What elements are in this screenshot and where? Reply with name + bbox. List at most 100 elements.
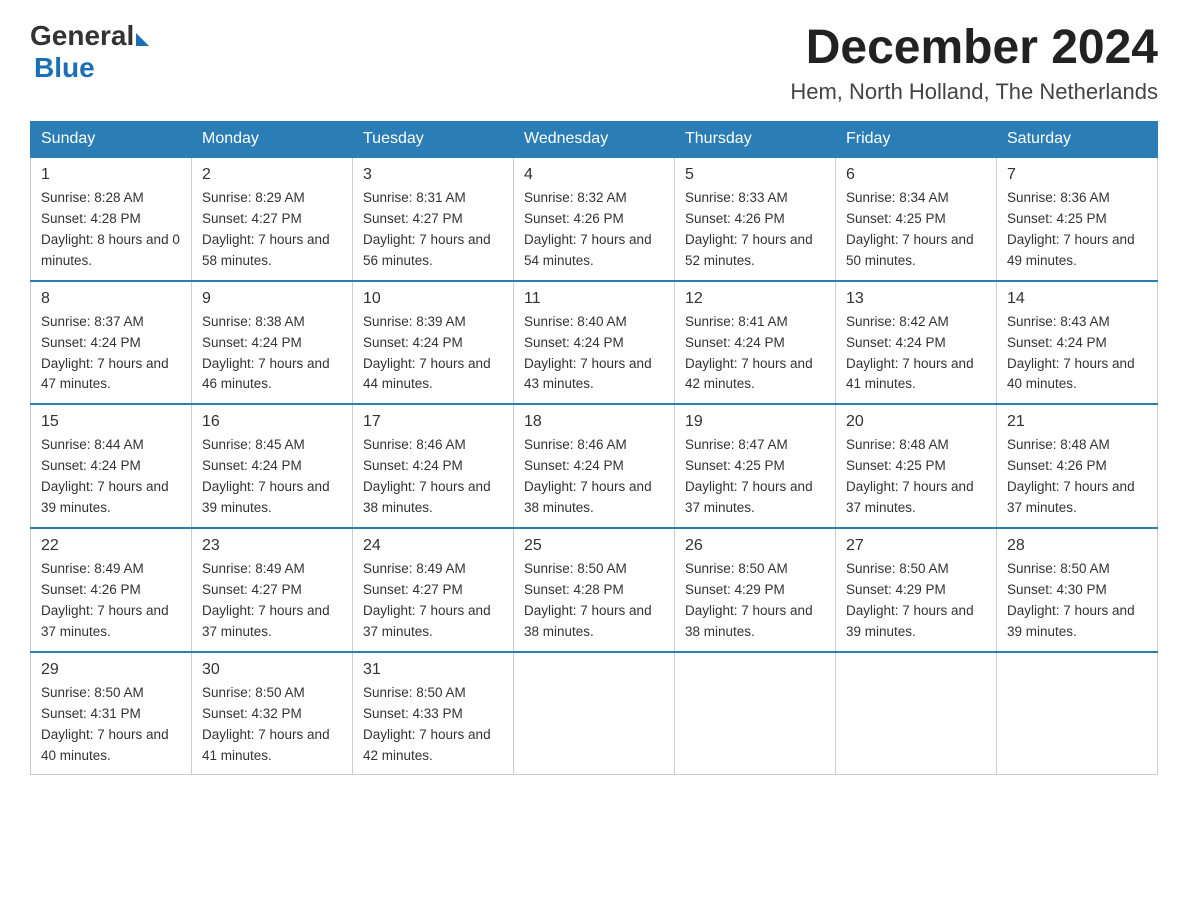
- day-info: Sunrise: 8:28 AMSunset: 4:28 PMDaylight:…: [41, 188, 181, 272]
- day-info: Sunrise: 8:48 AMSunset: 4:26 PMDaylight:…: [1007, 435, 1147, 519]
- day-number: 9: [202, 290, 342, 308]
- logo-triangle-icon: [136, 33, 149, 46]
- calendar-cell: 8 Sunrise: 8:37 AMSunset: 4:24 PMDaylight…: [31, 281, 192, 405]
- day-number: 27: [846, 537, 986, 555]
- calendar-cell: 1 Sunrise: 8:28 AMSunset: 4:28 PMDaylight…: [31, 157, 192, 281]
- calendar-cell: 10Sunrise: 8:39 AMSunset: 4:24 PMDayligh…: [353, 281, 514, 405]
- calendar-cell: 5 Sunrise: 8:33 AMSunset: 4:26 PMDaylight…: [675, 157, 836, 281]
- day-number: 12: [685, 290, 825, 308]
- calendar-header-sunday: Sunday: [31, 122, 192, 158]
- calendar-table: SundayMondayTuesdayWednesdayThursdayFrid…: [30, 121, 1158, 775]
- day-info: Sunrise: 8:44 AMSunset: 4:24 PMDaylight:…: [41, 435, 181, 519]
- calendar-cell: 15Sunrise: 8:44 AMSunset: 4:24 PMDayligh…: [31, 404, 192, 528]
- day-number: 18: [524, 413, 664, 431]
- calendar-cell: 25 Sunrise: 8:50 AMSunset: 4:28 PMDayligh…: [514, 528, 675, 652]
- calendar-cell: 19 Sunrise: 8:47 AMSunset: 4:25 PMDayligh…: [675, 404, 836, 528]
- day-info: Sunrise: 8:50 AMSunset: 4:29 PMDaylight:…: [685, 559, 825, 643]
- calendar-week-row: 8 Sunrise: 8:37 AMSunset: 4:24 PMDaylight…: [31, 281, 1158, 405]
- day-number: 22: [41, 537, 181, 555]
- calendar-cell: 17 Sunrise: 8:46 AMSunset: 4:24 PMDayligh…: [353, 404, 514, 528]
- calendar-cell: [997, 652, 1158, 775]
- calendar-cell: 31 Sunrise: 8:50 AMSunset: 4:33 PMDayligh…: [353, 652, 514, 775]
- day-number: 28: [1007, 537, 1147, 555]
- day-info: Sunrise: 8:50 AMSunset: 4:33 PMDaylight:…: [363, 683, 503, 767]
- calendar-cell: 2Sunrise: 8:29 AMSunset: 4:27 PMDaylight…: [192, 157, 353, 281]
- day-info: Sunrise: 8:33 AMSunset: 4:26 PMDaylight:…: [685, 188, 825, 272]
- day-info: Sunrise: 8:31 AMSunset: 4:27 PMDaylight:…: [363, 188, 503, 272]
- day-number: 17: [363, 413, 503, 431]
- calendar-week-row: 1 Sunrise: 8:28 AMSunset: 4:28 PMDaylight…: [31, 157, 1158, 281]
- day-number: 23: [202, 537, 342, 555]
- month-title: December 2024: [790, 20, 1158, 75]
- calendar-cell: 3 Sunrise: 8:31 AMSunset: 4:27 PMDaylight…: [353, 157, 514, 281]
- day-info: Sunrise: 8:50 AMSunset: 4:31 PMDaylight:…: [41, 683, 181, 767]
- day-info: Sunrise: 8:46 AMSunset: 4:24 PMDaylight:…: [363, 435, 503, 519]
- day-info: Sunrise: 8:36 AMSunset: 4:25 PMDaylight:…: [1007, 188, 1147, 272]
- day-info: Sunrise: 8:32 AMSunset: 4:26 PMDaylight:…: [524, 188, 664, 272]
- calendar-header-thursday: Thursday: [675, 122, 836, 158]
- day-number: 8: [41, 290, 181, 308]
- day-info: Sunrise: 8:43 AMSunset: 4:24 PMDaylight:…: [1007, 312, 1147, 396]
- calendar-cell: 16 Sunrise: 8:45 AMSunset: 4:24 PMDayligh…: [192, 404, 353, 528]
- calendar-cell: 30 Sunrise: 8:50 AMSunset: 4:32 PMDayligh…: [192, 652, 353, 775]
- day-number: 16: [202, 413, 342, 431]
- day-number: 13: [846, 290, 986, 308]
- calendar-header-tuesday: Tuesday: [353, 122, 514, 158]
- calendar-cell: [675, 652, 836, 775]
- day-info: Sunrise: 8:50 AMSunset: 4:30 PMDaylight:…: [1007, 559, 1147, 643]
- calendar-cell: 18 Sunrise: 8:46 AMSunset: 4:24 PMDayligh…: [514, 404, 675, 528]
- day-info: Sunrise: 8:42 AMSunset: 4:24 PMDaylight:…: [846, 312, 986, 396]
- day-number: 3: [363, 166, 503, 184]
- calendar-cell: 22 Sunrise: 8:49 AMSunset: 4:26 PMDayligh…: [31, 528, 192, 652]
- day-info: Sunrise: 8:50 AMSunset: 4:29 PMDaylight:…: [846, 559, 986, 643]
- day-info: Sunrise: 8:49 AMSunset: 4:26 PMDaylight:…: [41, 559, 181, 643]
- day-info: Sunrise: 8:49 AMSunset: 4:27 PMDaylight:…: [363, 559, 503, 643]
- day-info: Sunrise: 8:34 AMSunset: 4:25 PMDaylight:…: [846, 188, 986, 272]
- day-info: Sunrise: 8:29 AMSunset: 4:27 PMDaylight:…: [202, 188, 342, 272]
- location-subtitle: Hem, North Holland, The Netherlands: [790, 79, 1158, 105]
- calendar-header-monday: Monday: [192, 122, 353, 158]
- day-number: 14: [1007, 290, 1147, 308]
- day-number: 11: [524, 290, 664, 308]
- logo-blue-text: Blue: [34, 52, 95, 83]
- logo-general-text: General: [30, 20, 134, 52]
- day-number: 25: [524, 537, 664, 555]
- calendar-cell: [514, 652, 675, 775]
- calendar-cell: 13 Sunrise: 8:42 AMSunset: 4:24 PMDayligh…: [836, 281, 997, 405]
- day-number: 31: [363, 661, 503, 679]
- calendar-cell: 12 Sunrise: 8:41 AMSunset: 4:24 PMDayligh…: [675, 281, 836, 405]
- calendar-header-row: SundayMondayTuesdayWednesdayThursdayFrid…: [31, 122, 1158, 158]
- day-info: Sunrise: 8:40 AMSunset: 4:24 PMDaylight:…: [524, 312, 664, 396]
- day-info: Sunrise: 8:48 AMSunset: 4:25 PMDaylight:…: [846, 435, 986, 519]
- calendar-cell: [836, 652, 997, 775]
- day-number: 20: [846, 413, 986, 431]
- calendar-cell: 29Sunrise: 8:50 AMSunset: 4:31 PMDayligh…: [31, 652, 192, 775]
- page-header: General Blue December 2024 Hem, North Ho…: [30, 20, 1158, 105]
- day-number: 21: [1007, 413, 1147, 431]
- day-number: 19: [685, 413, 825, 431]
- day-number: 10: [363, 290, 503, 308]
- calendar-cell: 24Sunrise: 8:49 AMSunset: 4:27 PMDayligh…: [353, 528, 514, 652]
- title-container: December 2024 Hem, North Holland, The Ne…: [790, 20, 1158, 105]
- day-info: Sunrise: 8:37 AMSunset: 4:24 PMDaylight:…: [41, 312, 181, 396]
- calendar-cell: 26 Sunrise: 8:50 AMSunset: 4:29 PMDayligh…: [675, 528, 836, 652]
- calendar-week-row: 29Sunrise: 8:50 AMSunset: 4:31 PMDayligh…: [31, 652, 1158, 775]
- logo: General Blue: [30, 20, 149, 84]
- day-info: Sunrise: 8:45 AMSunset: 4:24 PMDaylight:…: [202, 435, 342, 519]
- calendar-cell: 23 Sunrise: 8:49 AMSunset: 4:27 PMDayligh…: [192, 528, 353, 652]
- day-number: 6: [846, 166, 986, 184]
- calendar-header-wednesday: Wednesday: [514, 122, 675, 158]
- day-number: 4: [524, 166, 664, 184]
- day-info: Sunrise: 8:41 AMSunset: 4:24 PMDaylight:…: [685, 312, 825, 396]
- day-info: Sunrise: 8:50 AMSunset: 4:32 PMDaylight:…: [202, 683, 342, 767]
- day-number: 30: [202, 661, 342, 679]
- day-number: 5: [685, 166, 825, 184]
- calendar-cell: 6 Sunrise: 8:34 AMSunset: 4:25 PMDaylight…: [836, 157, 997, 281]
- day-info: Sunrise: 8:46 AMSunset: 4:24 PMDaylight:…: [524, 435, 664, 519]
- day-info: Sunrise: 8:47 AMSunset: 4:25 PMDaylight:…: [685, 435, 825, 519]
- day-info: Sunrise: 8:50 AMSunset: 4:28 PMDaylight:…: [524, 559, 664, 643]
- day-number: 26: [685, 537, 825, 555]
- day-info: Sunrise: 8:49 AMSunset: 4:27 PMDaylight:…: [202, 559, 342, 643]
- day-number: 1: [41, 166, 181, 184]
- calendar-header-friday: Friday: [836, 122, 997, 158]
